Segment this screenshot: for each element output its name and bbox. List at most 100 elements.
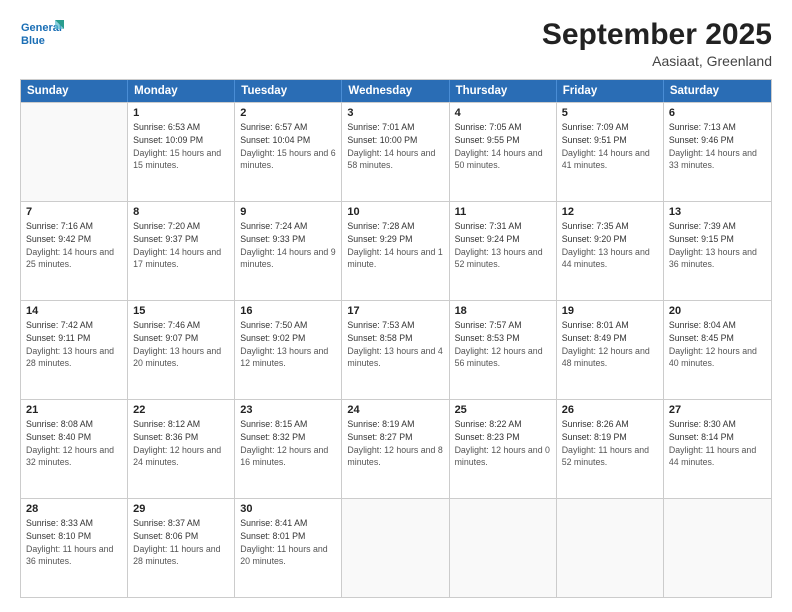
cell-info: Sunrise: 8:01 AMSunset: 8:49 PMDaylight:… <box>562 319 658 370</box>
location: Aasiaat, Greenland <box>542 53 772 69</box>
cal-cell: 19 Sunrise: 8:01 AMSunset: 8:49 PMDayligh… <box>557 301 664 399</box>
title-block: September 2025 Aasiaat, Greenland <box>542 18 772 69</box>
week-row-4: 21 Sunrise: 8:08 AMSunset: 8:40 PMDayligh… <box>21 399 771 498</box>
day-number: 19 <box>562 305 658 317</box>
cell-info: Sunrise: 7:20 AMSunset: 9:37 PMDaylight:… <box>133 220 229 271</box>
day-number: 2 <box>240 107 336 119</box>
cell-info: Sunrise: 8:19 AMSunset: 8:27 PMDaylight:… <box>347 418 443 469</box>
cal-cell <box>21 103 128 201</box>
cal-cell: 27Sunrise: 8:30 AMSunset: 8:14 PMDayligh… <box>664 400 771 498</box>
cell-info: Sunrise: 7:05 AMSunset: 9:55 PMDaylight:… <box>455 121 551 172</box>
day-number: 3 <box>347 107 443 119</box>
cal-cell: 8 Sunrise: 7:20 AMSunset: 9:37 PMDaylight… <box>128 202 235 300</box>
header-cell-tuesday: Tuesday <box>235 80 342 102</box>
cal-cell: 20 Sunrise: 8:04 AMSunset: 8:45 PMDayligh… <box>664 301 771 399</box>
cal-cell <box>342 499 449 597</box>
cal-cell: 2 Sunrise: 6:57 AMSunset: 10:04 PMDayligh… <box>235 103 342 201</box>
cell-info: Sunrise: 8:41 AMSunset: 8:01 PMDaylight:… <box>240 517 336 568</box>
cell-info: Sunrise: 6:53 AMSunset: 10:09 PMDaylight… <box>133 121 229 172</box>
day-number: 6 <box>669 107 766 119</box>
day-number: 4 <box>455 107 551 119</box>
cal-cell: 24 Sunrise: 8:19 AMSunset: 8:27 PMDayligh… <box>342 400 449 498</box>
week-row-1: 1 Sunrise: 6:53 AMSunset: 10:09 PMDayligh… <box>21 102 771 201</box>
day-number: 20 <box>669 305 766 317</box>
calendar-header-row: SundayMondayTuesdayWednesdayThursdayFrid… <box>21 80 771 102</box>
cell-info: Sunrise: 7:28 AMSunset: 9:29 PMDaylight:… <box>347 220 443 271</box>
cell-info: Sunrise: 7:46 AMSunset: 9:07 PMDaylight:… <box>133 319 229 370</box>
cal-cell: 17 Sunrise: 7:53 AMSunset: 8:58 PMDayligh… <box>342 301 449 399</box>
cal-cell <box>557 499 664 597</box>
month-title: September 2025 <box>542 18 772 51</box>
cal-cell: 18Sunrise: 7:57 AMSunset: 8:53 PMDayligh… <box>450 301 557 399</box>
day-number: 16 <box>240 305 336 317</box>
cal-cell: 21 Sunrise: 8:08 AMSunset: 8:40 PMDayligh… <box>21 400 128 498</box>
cal-cell: 15Sunrise: 7:46 AMSunset: 9:07 PMDayligh… <box>128 301 235 399</box>
cal-cell: 11 Sunrise: 7:31 AMSunset: 9:24 PMDayligh… <box>450 202 557 300</box>
cell-info: Sunrise: 7:09 AMSunset: 9:51 PMDaylight:… <box>562 121 658 172</box>
header-cell-sunday: Sunday <box>21 80 128 102</box>
header: General Blue September 2025 Aasiaat, Gre… <box>20 18 772 69</box>
day-number: 21 <box>26 404 122 416</box>
cal-cell: 4 Sunrise: 7:05 AMSunset: 9:55 PMDaylight… <box>450 103 557 201</box>
day-number: 11 <box>455 206 551 218</box>
cell-info: Sunrise: 7:16 AMSunset: 9:42 PMDaylight:… <box>26 220 122 271</box>
cal-cell: 22 Sunrise: 8:12 AMSunset: 8:36 PMDayligh… <box>128 400 235 498</box>
cal-cell: 30 Sunrise: 8:41 AMSunset: 8:01 PMDayligh… <box>235 499 342 597</box>
cal-cell: 16 Sunrise: 7:50 AMSunset: 9:02 PMDayligh… <box>235 301 342 399</box>
header-cell-wednesday: Wednesday <box>342 80 449 102</box>
cal-cell: 1 Sunrise: 6:53 AMSunset: 10:09 PMDayligh… <box>128 103 235 201</box>
page: General Blue September 2025 Aasiaat, Gre… <box>0 0 792 612</box>
cal-cell: 28 Sunrise: 8:33 AMSunset: 8:10 PMDayligh… <box>21 499 128 597</box>
week-row-2: 7 Sunrise: 7:16 AMSunset: 9:42 PMDaylight… <box>21 201 771 300</box>
cal-cell: 13 Sunrise: 7:39 AMSunset: 9:15 PMDayligh… <box>664 202 771 300</box>
week-row-3: 14Sunrise: 7:42 AMSunset: 9:11 PMDayligh… <box>21 300 771 399</box>
cell-info: Sunrise: 8:33 AMSunset: 8:10 PMDaylight:… <box>26 517 122 568</box>
day-number: 24 <box>347 404 443 416</box>
cell-info: Sunrise: 7:01 AMSunset: 10:00 PMDaylight… <box>347 121 443 172</box>
cal-cell: 6 Sunrise: 7:13 AMSunset: 9:46 PMDaylight… <box>664 103 771 201</box>
cell-info: Sunrise: 7:24 AMSunset: 9:33 PMDaylight:… <box>240 220 336 271</box>
cell-info: Sunrise: 8:37 AMSunset: 8:06 PMDaylight:… <box>133 517 229 568</box>
day-number: 22 <box>133 404 229 416</box>
day-number: 30 <box>240 503 336 515</box>
day-number: 7 <box>26 206 122 218</box>
cell-info: Sunrise: 8:30 AMSunset: 8:14 PMDaylight:… <box>669 418 766 469</box>
cell-info: Sunrise: 8:04 AMSunset: 8:45 PMDaylight:… <box>669 319 766 370</box>
header-cell-saturday: Saturday <box>664 80 771 102</box>
cell-info: Sunrise: 7:57 AMSunset: 8:53 PMDaylight:… <box>455 319 551 370</box>
cell-info: Sunrise: 8:12 AMSunset: 8:36 PMDaylight:… <box>133 418 229 469</box>
cell-info: Sunrise: 7:13 AMSunset: 9:46 PMDaylight:… <box>669 121 766 172</box>
header-cell-monday: Monday <box>128 80 235 102</box>
day-number: 8 <box>133 206 229 218</box>
cal-cell <box>664 499 771 597</box>
cal-cell: 14Sunrise: 7:42 AMSunset: 9:11 PMDayligh… <box>21 301 128 399</box>
cell-info: Sunrise: 8:22 AMSunset: 8:23 PMDaylight:… <box>455 418 551 469</box>
day-number: 28 <box>26 503 122 515</box>
cell-info: Sunrise: 7:53 AMSunset: 8:58 PMDaylight:… <box>347 319 443 370</box>
calendar: SundayMondayTuesdayWednesdayThursdayFrid… <box>20 79 772 598</box>
day-number: 17 <box>347 305 443 317</box>
day-number: 13 <box>669 206 766 218</box>
day-number: 5 <box>562 107 658 119</box>
day-number: 26 <box>562 404 658 416</box>
header-cell-thursday: Thursday <box>450 80 557 102</box>
day-number: 1 <box>133 107 229 119</box>
day-number: 10 <box>347 206 443 218</box>
cell-info: Sunrise: 7:50 AMSunset: 9:02 PMDaylight:… <box>240 319 336 370</box>
cell-info: Sunrise: 7:39 AMSunset: 9:15 PMDaylight:… <box>669 220 766 271</box>
cell-info: Sunrise: 7:31 AMSunset: 9:24 PMDaylight:… <box>455 220 551 271</box>
logo: General Blue <box>20 18 64 50</box>
day-number: 23 <box>240 404 336 416</box>
cal-cell <box>450 499 557 597</box>
cal-cell: 5 Sunrise: 7:09 AMSunset: 9:51 PMDaylight… <box>557 103 664 201</box>
cal-cell: 7 Sunrise: 7:16 AMSunset: 9:42 PMDaylight… <box>21 202 128 300</box>
cal-cell: 3 Sunrise: 7:01 AMSunset: 10:00 PMDayligh… <box>342 103 449 201</box>
cell-info: Sunrise: 8:26 AMSunset: 8:19 PMDaylight:… <box>562 418 658 469</box>
calendar-body: 1 Sunrise: 6:53 AMSunset: 10:09 PMDayligh… <box>21 102 771 597</box>
day-number: 9 <box>240 206 336 218</box>
day-number: 12 <box>562 206 658 218</box>
cell-info: Sunrise: 6:57 AMSunset: 10:04 PMDaylight… <box>240 121 336 172</box>
cal-cell: 9 Sunrise: 7:24 AMSunset: 9:33 PMDaylight… <box>235 202 342 300</box>
cal-cell: 10 Sunrise: 7:28 AMSunset: 9:29 PMDayligh… <box>342 202 449 300</box>
cell-info: Sunrise: 8:08 AMSunset: 8:40 PMDaylight:… <box>26 418 122 469</box>
